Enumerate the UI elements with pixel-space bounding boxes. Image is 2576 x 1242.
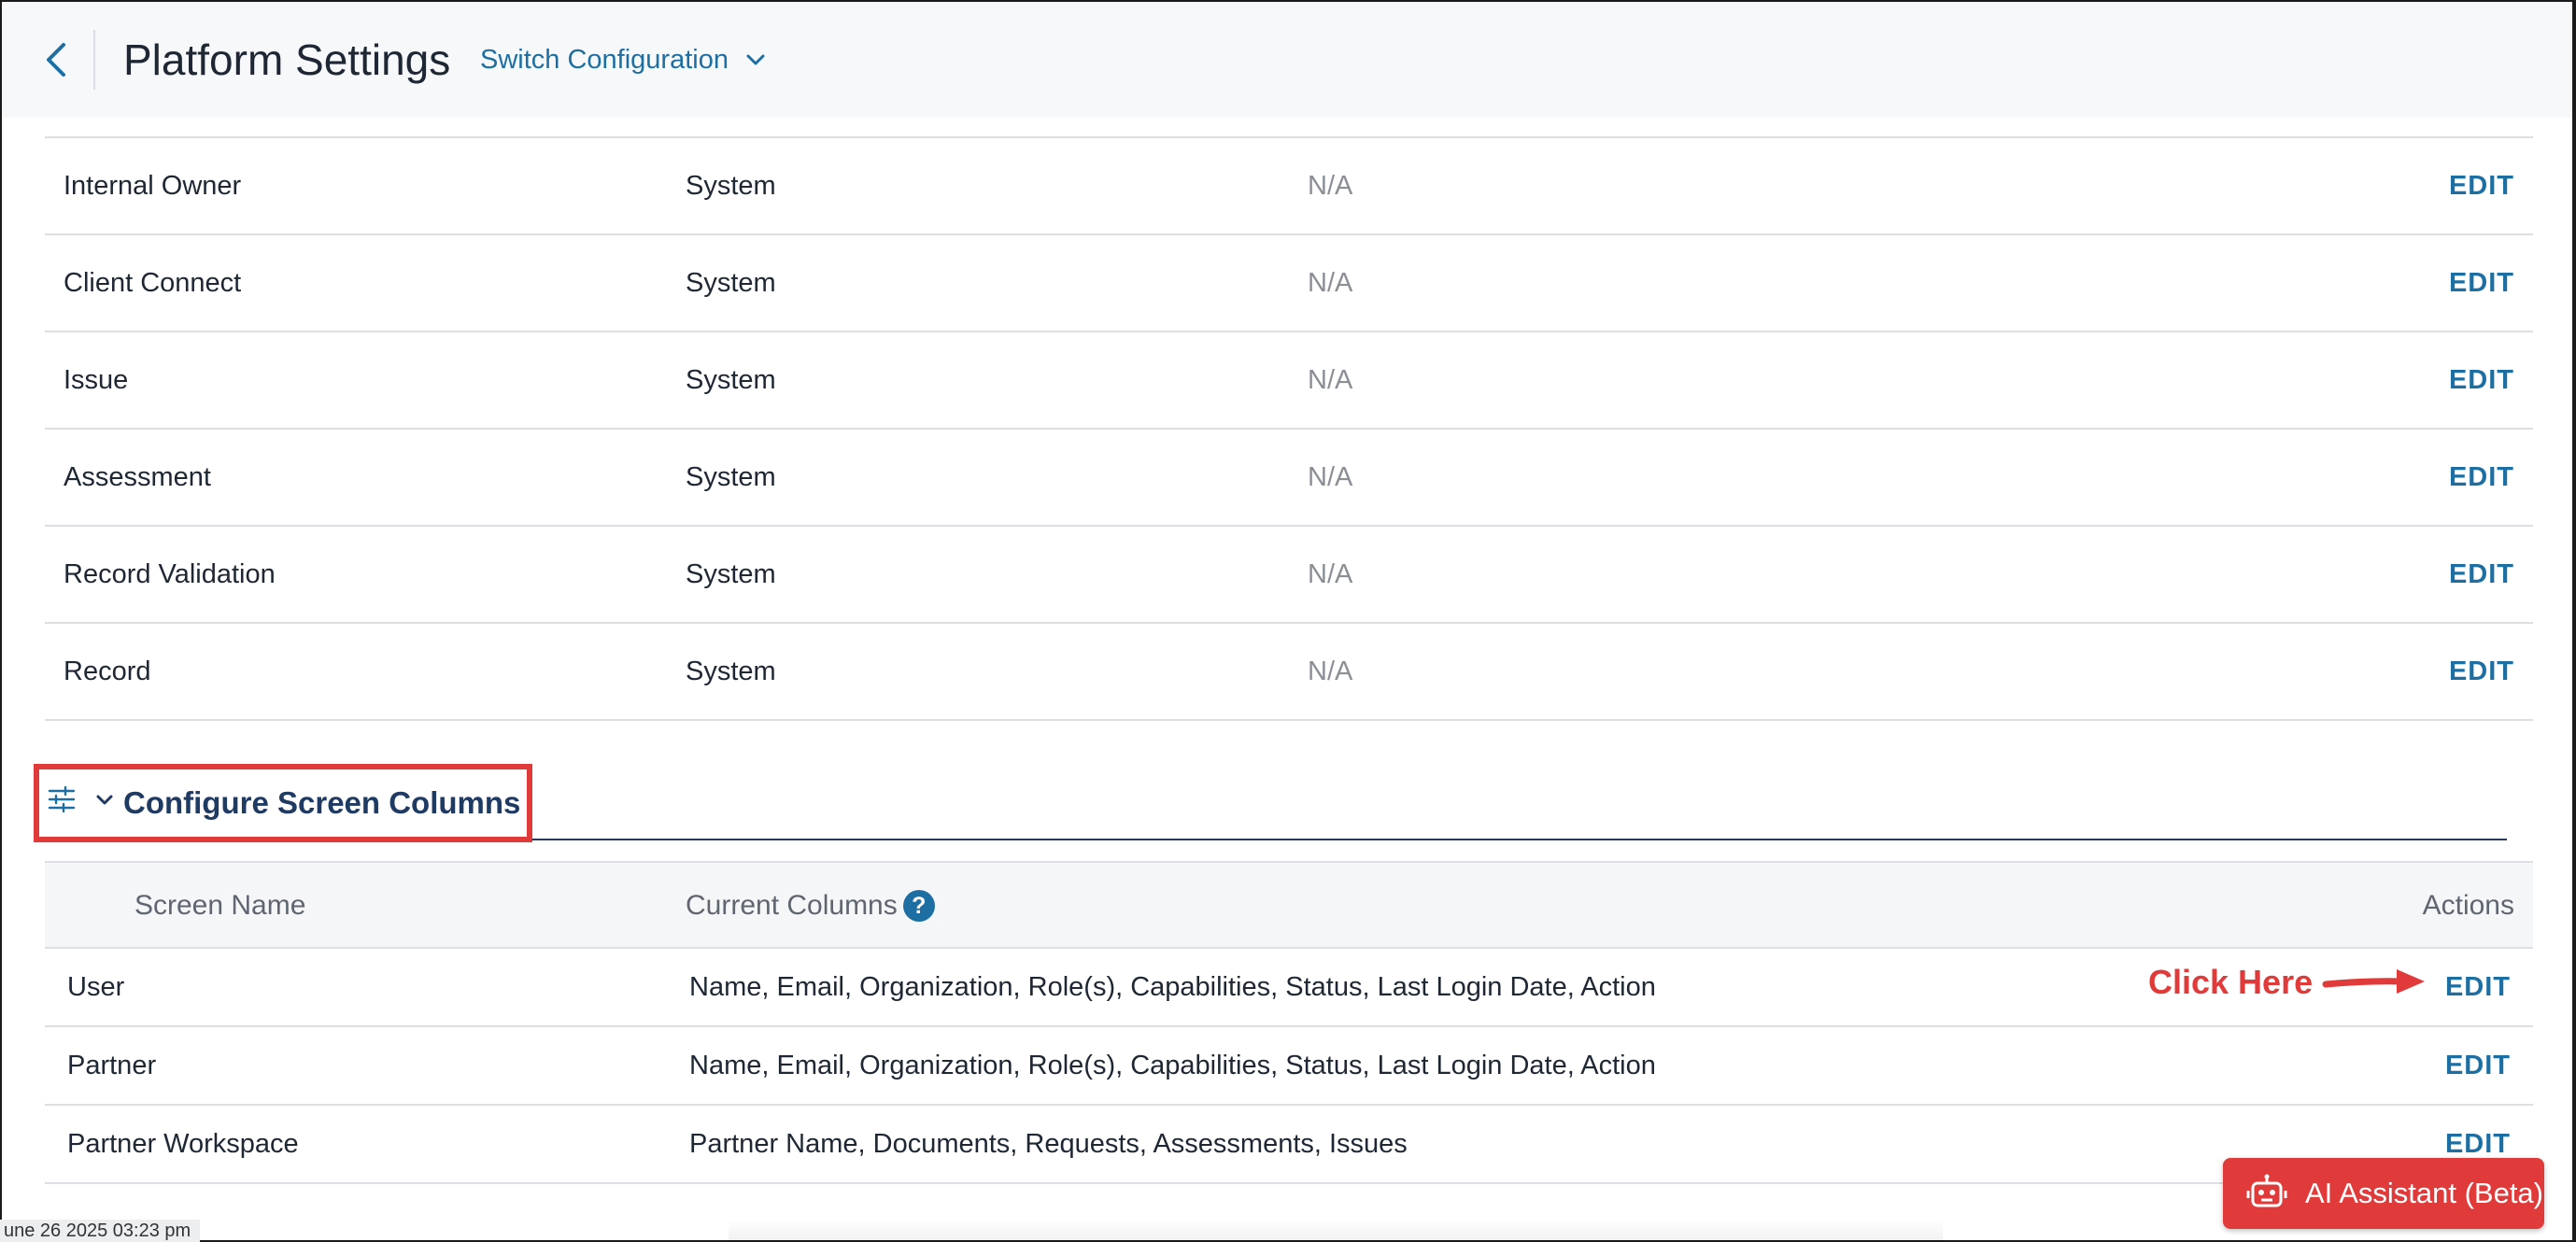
row-value: N/A <box>1308 365 1353 395</box>
row-name: Issue <box>64 365 129 395</box>
header-divider <box>93 30 95 90</box>
chevron-down-icon[interactable] <box>95 794 114 807</box>
edit-button[interactable]: EDIT <box>2449 430 2514 525</box>
row-name: Client Connect <box>64 268 242 298</box>
page-title: Platform Settings <box>123 35 451 84</box>
row-type: System <box>686 268 776 298</box>
row-value: N/A <box>1308 462 1353 492</box>
switch-configuration-dropdown[interactable]: Switch Configuration <box>480 43 766 77</box>
table-row: Record Validation System N/A EDIT <box>45 527 2533 624</box>
table-row: Internal Owner System N/A EDIT <box>45 138 2533 235</box>
table-header: Screen Name Current Columns ? Actions <box>45 861 2533 949</box>
edit-button[interactable]: EDIT <box>2449 332 2514 428</box>
table-row: Assessment System N/A EDIT <box>45 430 2533 527</box>
table-row: Issue System N/A EDIT <box>45 332 2533 430</box>
back-button[interactable] <box>39 39 77 80</box>
chevron-down-icon <box>746 54 765 65</box>
screen-columns-table: Screen Name Current Columns ? Actions Us… <box>45 861 2533 1184</box>
screen-name-cell: User <box>67 972 125 1002</box>
edit-button[interactable]: EDIT <box>2445 1027 2511 1104</box>
row-type: System <box>686 559 776 589</box>
row-value: N/A <box>1308 171 1353 201</box>
header-current-columns: Current Columns ? <box>686 863 935 949</box>
section-underline <box>529 839 2507 840</box>
screen-name-cell: Partner Workspace <box>67 1129 299 1159</box>
edit-button[interactable]: EDIT <box>2445 949 2511 1025</box>
ai-assistant-button[interactable]: AI Assistant (Beta) <box>2223 1158 2544 1229</box>
page-header: Platform Settings Switch Configuration <box>2 2 2572 118</box>
row-type: System <box>686 656 776 686</box>
table-row: Client Connect System N/A EDIT <box>45 235 2533 332</box>
arrow-right-icon <box>2322 969 2426 994</box>
configure-screen-columns-section: Configure Screen Columns <box>34 764 2507 842</box>
row-value: N/A <box>1308 559 1353 589</box>
edit-button[interactable]: EDIT <box>2449 138 2514 233</box>
edit-button[interactable]: EDIT <box>2449 624 2514 719</box>
table-row: Record System N/A EDIT <box>45 624 2533 721</box>
row-name: Record Validation <box>64 559 276 589</box>
robot-icon <box>2246 1174 2287 1207</box>
bottom-shadow <box>729 1220 1943 1242</box>
settings-table: Internal Owner System N/A EDIT Client Co… <box>45 138 2533 721</box>
chevron-left-icon <box>47 43 65 77</box>
question-circle-icon[interactable]: ? <box>902 890 935 922</box>
row-value: N/A <box>1308 656 1353 686</box>
row-name: Assessment <box>64 462 211 492</box>
timestamp: une 26 2025 03:23 pm <box>0 1220 201 1242</box>
header-actions: Actions <box>2422 890 2514 921</box>
header-screen-name: Screen Name <box>134 890 306 921</box>
click-here-annotation: Click Here <box>2148 962 2427 1003</box>
edit-button[interactable]: EDIT <box>2449 235 2514 331</box>
table-row: Partner Workspace Partner Name, Document… <box>45 1106 2533 1184</box>
table-row: Partner Name, Email, Organization, Role(… <box>45 1027 2533 1106</box>
row-value: N/A <box>1308 268 1353 298</box>
row-name: Record <box>64 656 151 686</box>
current-columns-cell: Name, Email, Organization, Role(s), Capa… <box>689 972 1656 1002</box>
row-type: System <box>686 171 776 201</box>
row-type: System <box>686 365 776 395</box>
current-columns-cell: Partner Name, Documents, Requests, Asses… <box>689 1129 1408 1159</box>
screen-name-cell: Partner <box>67 1051 157 1080</box>
switch-configuration-label: Switch Configuration <box>480 45 729 75</box>
section-title[interactable]: Configure Screen Columns <box>123 783 520 824</box>
ai-assistant-label: AI Assistant (Beta) <box>2305 1177 2543 1209</box>
header-current-columns-label: Current Columns <box>686 890 898 921</box>
sliders-icon <box>48 785 76 813</box>
row-type: System <box>686 462 776 492</box>
edit-button[interactable]: EDIT <box>2449 527 2514 622</box>
annotation-text: Click Here <box>2148 963 2314 1001</box>
row-name: Internal Owner <box>64 171 242 201</box>
current-columns-cell: Name, Email, Organization, Role(s), Capa… <box>689 1051 1656 1080</box>
